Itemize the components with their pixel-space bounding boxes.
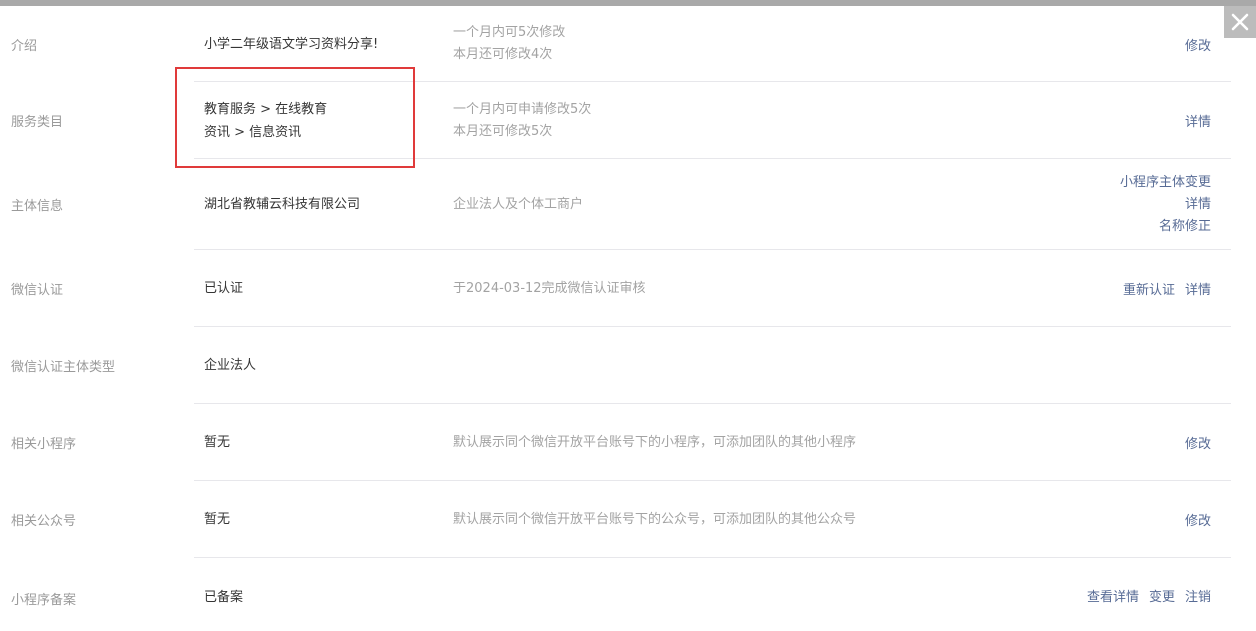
row-entity-info: 主体信息 湖北省教辅云科技有限公司 企业法人及个体工商户 小程序主体变更 详情 … xyxy=(0,159,1256,250)
row-label: 相关公众号 xyxy=(11,514,77,529)
edit-related-miniprogram-link[interactable]: 修改 xyxy=(1185,433,1211,452)
row-label: 微信认证主体类型 xyxy=(11,360,116,375)
related-miniprogram-value: 暂无 xyxy=(204,435,231,450)
verification-details-link[interactable]: 详情 xyxy=(1185,279,1211,298)
row-desc: 一个月内可申请修改5次 xyxy=(453,101,592,117)
row-related-miniprogram: 相关小程序 暂无 默认展示同个微信开放平台账号下的小程序，可添加团队的其他小程序… xyxy=(0,404,1256,481)
row-desc: 默认展示同个微信开放平台账号下的小程序，可添加团队的其他小程序 xyxy=(453,434,857,450)
entity-type-value: 企业法人 xyxy=(204,358,257,373)
row-label: 微信认证 xyxy=(11,283,64,298)
name-correction-link[interactable]: 名称修正 xyxy=(1159,216,1211,238)
row-verification-entity-type: 微信认证主体类型 企业法人 xyxy=(0,327,1256,404)
entity-value: 湖北省教辅云科技有限公司 xyxy=(204,197,361,212)
related-account-value: 暂无 xyxy=(204,512,231,527)
edit-related-account-link[interactable]: 修改 xyxy=(1185,510,1211,529)
category-details-link[interactable]: 详情 xyxy=(1185,111,1211,130)
row-desc: 默认展示同个微信开放平台账号下的公众号，可添加团队的其他公众号 xyxy=(453,511,857,527)
verification-value: 已认证 xyxy=(204,281,244,296)
row-label: 介绍 xyxy=(11,38,38,54)
row-label: 服务类目 xyxy=(11,115,64,130)
row-wechat-verification: 微信认证 已认证 于2024-03-12完成微信认证审核 重新认证 详情 xyxy=(0,250,1256,327)
row-desc: 本月还可修改4次 xyxy=(453,47,553,62)
row-service-category: 服务类目 教育服务 > 在线教育 资讯 > 信息资讯 一个月内可申请修改5次 本… xyxy=(0,82,1256,159)
category-value: 资讯 > 信息资讯 xyxy=(204,124,302,140)
row-label: 小程序备案 xyxy=(11,593,77,608)
row-desc: 于2024-03-12完成微信认证审核 xyxy=(453,280,646,296)
row-related-official-account: 相关公众号 暂无 默认展示同个微信开放平台账号下的公众号，可添加团队的其他公众号… xyxy=(0,481,1256,558)
row-desc: 本月还可修改5次 xyxy=(453,123,553,139)
row-miniprogram-filing: 小程序备案 已备案 查看详情 变更 注销 xyxy=(0,558,1256,631)
entity-change-link[interactable]: 小程序主体变更 xyxy=(1120,172,1211,194)
entity-details-link[interactable]: 详情 xyxy=(1185,194,1211,216)
reverify-link[interactable]: 重新认证 xyxy=(1123,279,1175,298)
change-filing-link[interactable]: 变更 xyxy=(1149,586,1175,605)
row-desc: 一个月内可5次修改 xyxy=(453,25,566,40)
filing-value: 已备案 xyxy=(204,590,244,605)
view-filing-details-link[interactable]: 查看详情 xyxy=(1087,586,1139,605)
category-value: 教育服务 > 在线教育 xyxy=(204,101,328,117)
intro-value: 小学二年级语文学习资料分享! xyxy=(204,36,379,52)
row-label: 相关小程序 xyxy=(11,437,77,452)
row-intro: 介绍 小学二年级语文学习资料分享! 一个月内可5次修改 本月还可修改4次 修改 xyxy=(0,6,1256,82)
edit-intro-link[interactable]: 修改 xyxy=(1185,35,1211,54)
row-label: 主体信息 xyxy=(11,199,64,214)
row-desc: 企业法人及个体工商户 xyxy=(453,196,584,212)
cancel-filing-link[interactable]: 注销 xyxy=(1185,586,1211,605)
